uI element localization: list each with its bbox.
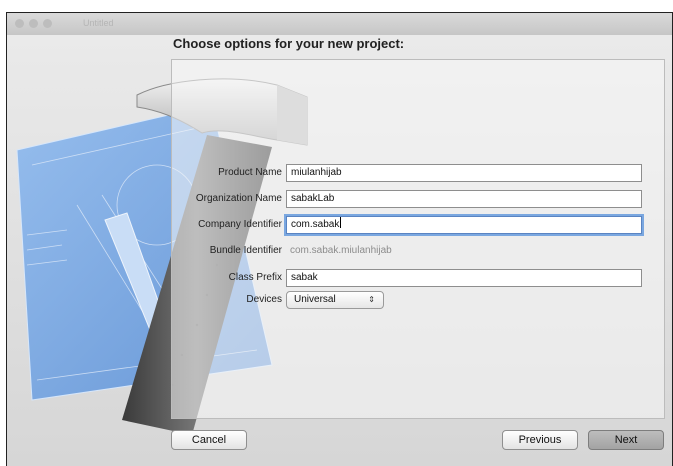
previous-button[interactable]: Previous xyxy=(502,430,578,450)
new-project-window: Untitled Choose options for your new pro… xyxy=(6,12,673,466)
zoom-window-button[interactable] xyxy=(43,19,52,28)
class-prefix-field[interactable]: sabak xyxy=(286,269,642,287)
devices-selected-value: Universal xyxy=(294,294,336,305)
organization-name-row: Organization Name sabakLab xyxy=(173,190,648,210)
product-name-label: Product Name xyxy=(218,167,282,178)
devices-select[interactable]: Universal ⇕ xyxy=(286,291,384,309)
class-prefix-row: Class Prefix sabak xyxy=(173,269,648,289)
product-name-row: Product Name miulanhijab xyxy=(173,164,648,184)
devices-row: Devices Universal ⇕ xyxy=(173,291,648,311)
window-title: Untitled xyxy=(83,18,114,28)
text-caret xyxy=(340,217,342,228)
class-prefix-label: Class Prefix xyxy=(228,272,282,283)
up-down-arrows-icon: ⇕ xyxy=(368,295,375,304)
organization-name-label: Organization Name xyxy=(195,193,282,204)
organization-name-field[interactable]: sabakLab xyxy=(286,190,642,208)
product-name-field[interactable]: miulanhijab xyxy=(286,164,642,182)
bundle-identifier-label: Bundle Identifier xyxy=(209,245,282,256)
devices-label: Devices xyxy=(246,294,282,305)
bundle-identifier-row: Bundle Identifier com.sabak.miulanhijab xyxy=(173,242,648,262)
company-identifier-field[interactable]: com.sabak xyxy=(286,216,642,234)
cancel-button[interactable]: Cancel xyxy=(171,430,247,450)
caption-strip xyxy=(0,0,673,12)
minimize-window-button[interactable] xyxy=(29,19,38,28)
options-panel xyxy=(171,59,665,419)
company-identifier-label: Company Identifier xyxy=(198,219,282,230)
close-window-button[interactable] xyxy=(15,19,24,28)
next-button[interactable]: Next xyxy=(588,430,664,450)
title-bar: Untitled xyxy=(7,13,672,35)
company-identifier-row: Company Identifier com.sabak xyxy=(173,216,648,236)
bundle-identifier-value: com.sabak.miulanhijab xyxy=(290,245,392,256)
sheet-title: Choose options for your new project: xyxy=(173,36,405,51)
company-identifier-value: com.sabak xyxy=(291,219,340,230)
